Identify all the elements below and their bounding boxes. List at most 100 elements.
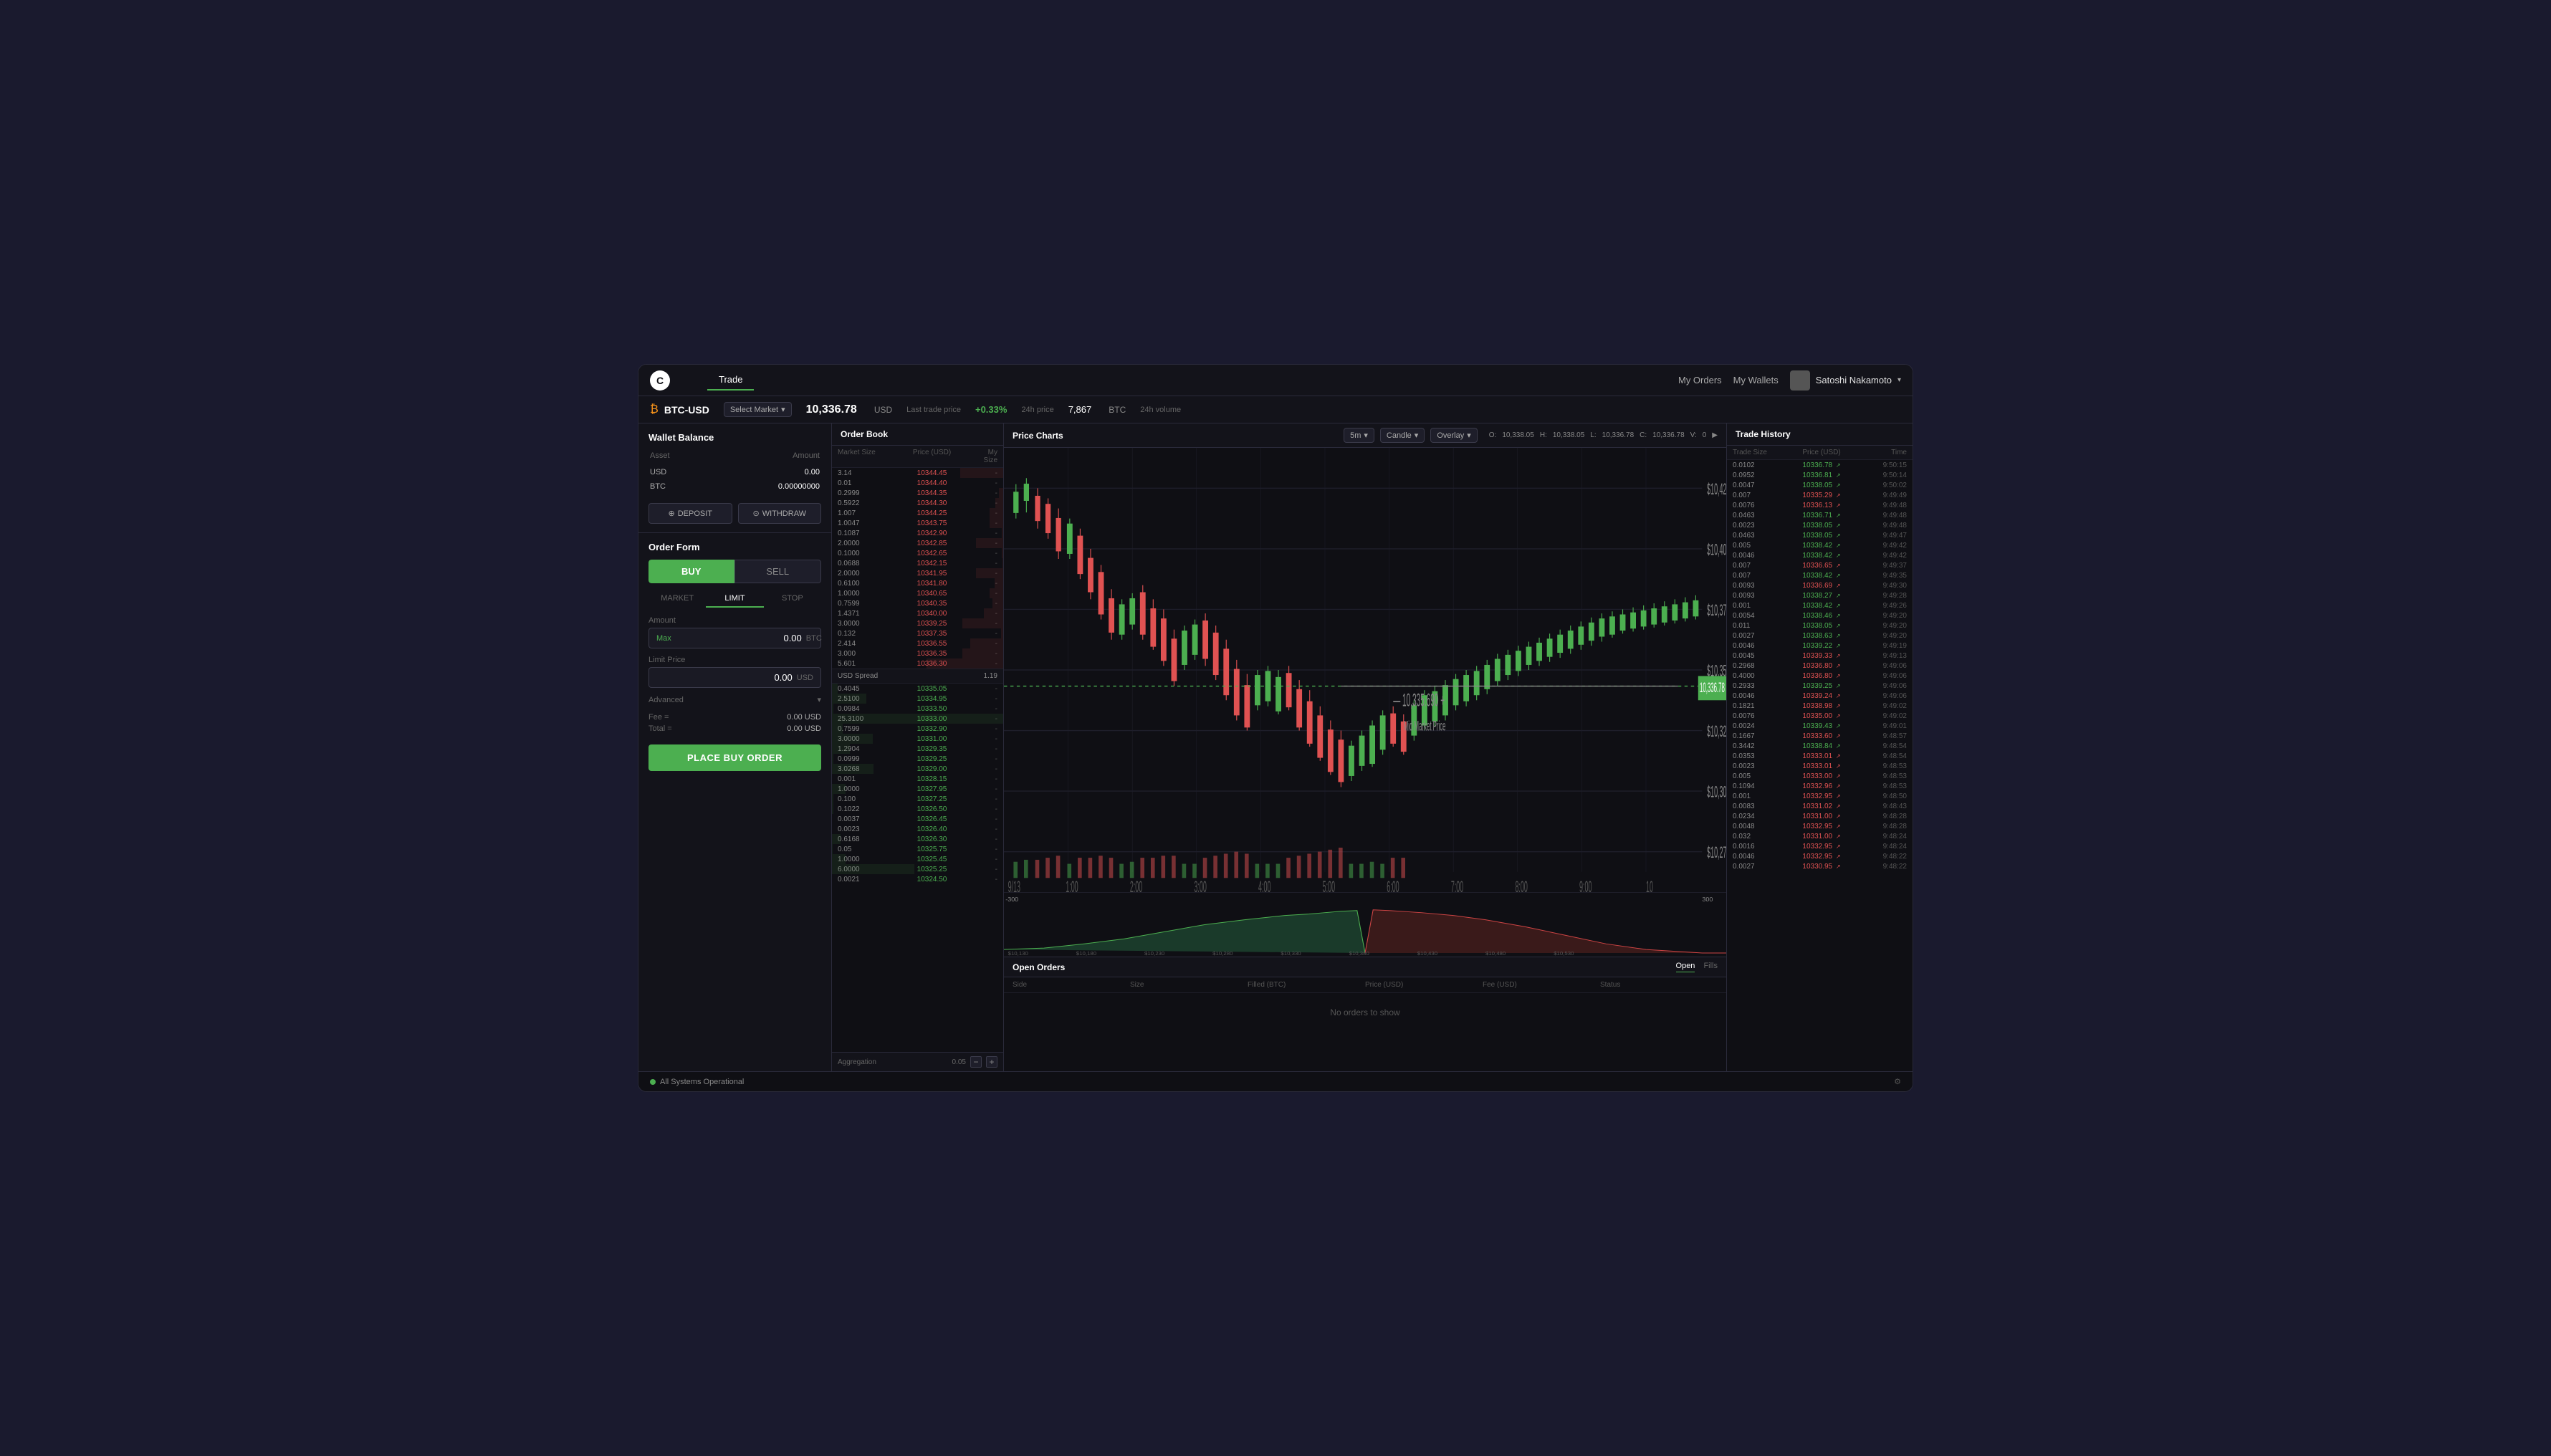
bid-row[interactable]: 0.0984 10333.50 - [832,704,1003,714]
wallet-balance-title: Wallet Balance [648,432,821,443]
bid-price: 10331.00 [888,735,976,743]
ask-row[interactable]: 3.14 10344.45 - [832,468,1003,478]
ask-row[interactable]: 0.5922 10344.30 - [832,498,1003,508]
trade-history-row: 0.0234 10331.00 ↗ 9:48:28 [1727,811,1913,821]
bid-row[interactable]: 6.0000 10325.25 - [832,864,1003,874]
aggregation-minus-button[interactable]: − [970,1056,982,1068]
place-order-button[interactable]: PLACE BUY ORDER [648,744,821,771]
th-trade-size: 0.0076 [1733,502,1776,509]
trade-history-row: 0.001 10332.95 ↗ 9:48:50 [1727,791,1913,801]
th-direction-icon: ↗ [1836,723,1841,729]
bid-row[interactable]: 1.2904 10329.35 - [832,744,1003,754]
ask-bg [995,498,1003,508]
ask-row[interactable]: 0.1087 10342.90 - [832,528,1003,538]
ohlcv-o-value: 10,338.05 [1502,431,1534,439]
ask-row[interactable]: 0.1000 10342.65 - [832,548,1003,558]
chart-type-select[interactable]: Candle ▾ [1380,428,1425,443]
bid-row[interactable]: 25.3100 10333.00 - [832,714,1003,724]
limit-tab[interactable]: LIMIT [706,590,763,608]
svg-text:10: 10 [1646,877,1653,892]
sell-button[interactable]: SELL [734,560,822,583]
ask-my-size: - [976,489,997,497]
ask-row[interactable]: 2.0000 10341.95 - [832,568,1003,578]
stop-tab[interactable]: STOP [764,590,821,608]
amount-max-label[interactable]: Max [656,634,671,643]
amount-input[interactable] [676,633,802,643]
bid-row[interactable]: 1.0000 10327.95 - [832,784,1003,794]
bid-row[interactable]: 0.4045 10335.05 - [832,684,1003,694]
oo-price-header: Price (USD) [1365,981,1483,989]
ask-row[interactable]: 3.0000 10339.25 - [832,618,1003,628]
bid-row[interactable]: 0.0999 10329.25 - [832,754,1003,764]
ask-row[interactable]: 2.0000 10342.85 - [832,538,1003,548]
limit-price-label: Limit Price [648,656,821,664]
bid-row[interactable]: 0.0037 10326.45 - [832,814,1003,824]
ask-row[interactable]: 1.4371 10340.00 - [832,608,1003,618]
deposit-button[interactable]: ⊕ DEPOSIT [648,503,732,524]
advanced-row[interactable]: Advanced ▾ [648,695,821,704]
limit-price-input[interactable] [656,672,793,683]
bid-row[interactable]: 3.0000 10331.00 - [832,734,1003,744]
my-orders-link[interactable]: My Orders [1678,375,1722,385]
bid-row[interactable]: 0.0023 10326.40 - [832,824,1003,834]
th-direction-icon: ↗ [1836,562,1841,569]
timeframe-chevron-icon: ▾ [1364,431,1368,440]
ask-size: 0.5922 [838,499,888,507]
bid-my-size: - [976,805,997,813]
bid-row[interactable]: 0.1022 10326.50 - [832,804,1003,814]
bid-row[interactable]: 0.0021 10324.50 - [832,874,1003,884]
trade-history-row: 0.0046 10339.22 ↗ 9:49:19 [1727,641,1913,651]
ask-row[interactable]: 5.601 10336.30 - [832,658,1003,669]
ask-row[interactable]: 0.7599 10340.35 - [832,598,1003,608]
my-wallets-link[interactable]: My Wallets [1733,375,1779,385]
ohlcv-nav-icon[interactable]: ▶ [1712,431,1718,439]
bid-row[interactable]: 2.5100 10334.95 - [832,694,1003,704]
svg-text:$10,325: $10,325 [1707,722,1726,740]
th-trade-price: 10332.95 ↗ [1776,792,1867,800]
th-trade-size: 0.2968 [1733,662,1776,670]
aggregation-plus-button[interactable]: + [986,1056,997,1068]
buy-button[interactable]: BUY [648,560,734,583]
bid-row[interactable]: 0.100 10327.25 - [832,794,1003,804]
trade-history-row: 0.0023 10333.01 ↗ 9:48:53 [1727,761,1913,771]
ask-row[interactable]: 0.0688 10342.15 - [832,558,1003,568]
th-size-header: Trade Size [1733,449,1776,456]
select-market-button[interactable]: Select Market ▾ [724,402,792,417]
settings-gear-icon[interactable]: ⚙ [1894,1077,1901,1086]
bid-row[interactable]: 0.7599 10332.90 - [832,724,1003,734]
ask-row[interactable]: 0.132 10337.35 - [832,628,1003,638]
timeframe-select[interactable]: 5m ▾ [1344,428,1374,443]
ask-row[interactable]: 2.414 10336.55 - [832,638,1003,648]
ask-row[interactable]: 0.2999 10344.35 - [832,488,1003,498]
market-tab[interactable]: MARKET [648,590,706,608]
amount-input-row: Max BTC [648,628,821,648]
ask-row[interactable]: 0.01 10344.40 - [832,478,1003,488]
open-orders-open-tab[interactable]: Open [1676,962,1695,972]
bid-row[interactable]: 0.05 10325.75 - [832,844,1003,854]
withdraw-button[interactable]: ⊙ WITHDRAW [738,503,822,524]
withdraw-icon: ⊙ [752,509,759,518]
bid-row[interactable]: 0.001 10328.15 - [832,774,1003,784]
trade-history-row: 0.1821 10338.98 ↗ 9:49:02 [1727,701,1913,711]
ask-row[interactable]: 1.0047 10343.75 - [832,518,1003,528]
th-trade-size: 0.0353 [1733,752,1776,760]
ask-row[interactable]: 0.6100 10341.80 - [832,578,1003,588]
ask-row[interactable]: 1.007 10344.25 - [832,508,1003,518]
trade-history-row: 0.4000 10336.80 ↗ 9:49:06 [1727,671,1913,681]
bid-row[interactable]: 3.0268 10329.00 - [832,764,1003,774]
trade-history-row: 0.2933 10339.25 ↗ 9:49:06 [1727,681,1913,691]
svg-text:$10,375: $10,375 [1707,600,1726,619]
open-orders-fills-tab[interactable]: Fills [1703,962,1718,972]
th-trade-price: 10339.43 ↗ [1776,722,1867,730]
svg-text:$10,530: $10,530 [1554,950,1574,956]
overlay-select[interactable]: Overlay ▾ [1430,428,1477,443]
ask-row[interactable]: 1.0000 10340.65 - [832,588,1003,598]
th-trade-time: 9:48:57 [1867,732,1907,740]
bid-row[interactable]: 1.0000 10325.45 - [832,854,1003,864]
ask-row[interactable]: 3.000 10336.35 - [832,648,1003,658]
bid-row[interactable]: 0.6168 10326.30 - [832,834,1003,844]
user-area[interactable]: Satoshi Nakamoto ▾ [1790,370,1901,391]
nav-tab-trade[interactable]: Trade [707,370,754,391]
th-trade-size: 0.0093 [1733,582,1776,590]
th-trade-size: 0.011 [1733,622,1776,630]
